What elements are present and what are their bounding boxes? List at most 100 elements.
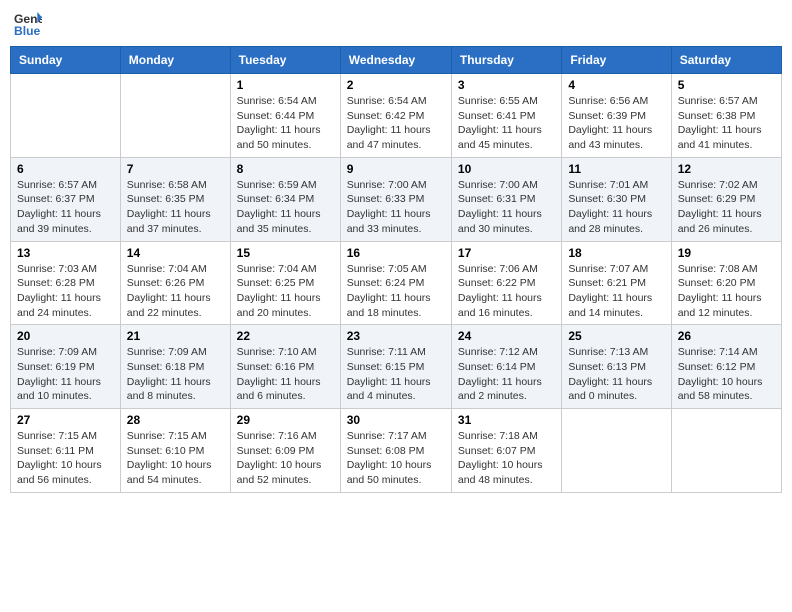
calendar-col-header: Thursday [451,47,561,74]
day-number: 12 [678,162,775,176]
calendar-cell: 6Sunrise: 6:57 AM Sunset: 6:37 PM Daylig… [11,157,121,241]
calendar-cell: 12 Sunrise: 7:02 AM Sunset: 6:29 PM Dayli… [671,157,781,241]
day-info: Sunrise: 7:10 AM Sunset: 6:16 PM Dayligh… [237,345,334,404]
day-info: Sunrise: 7:04 AM Sunset: 6:25 PM Dayligh… [237,262,334,321]
day-info: Sunrise: 7:17 AM Sunset: 6:08 PM Dayligh… [347,429,445,488]
day-info: Sunrise: 6:57 AM Sunset: 6:38 PM Dayligh… [678,94,775,153]
day-number: 5 [678,78,775,92]
calendar-cell: 22 Sunrise: 7:10 AM Sunset: 6:16 PM Dayli… [230,325,340,409]
calendar-week-row: 13Sunrise: 7:03 AM Sunset: 6:28 PM Dayli… [11,241,782,325]
calendar-cell: 26 Sunrise: 7:14 AM Sunset: 6:12 PM Dayli… [671,325,781,409]
day-number: 26 [678,329,775,343]
calendar-cell: 10 Sunrise: 7:00 AM Sunset: 6:31 PM Dayli… [451,157,561,241]
calendar-cell: 9 Sunrise: 7:00 AM Sunset: 6:33 PM Daylig… [340,157,451,241]
calendar-cell: 27Sunrise: 7:15 AM Sunset: 6:11 PM Dayli… [11,409,121,493]
calendar-cell: 31Sunrise: 7:18 AM Sunset: 6:07 PM Dayli… [451,409,561,493]
page-header: General Blue [10,10,782,38]
logo: General Blue [14,10,42,38]
day-info: Sunrise: 6:54 AM Sunset: 6:44 PM Dayligh… [237,94,334,153]
day-number: 20 [17,329,114,343]
day-info: Sunrise: 7:12 AM Sunset: 6:14 PM Dayligh… [458,345,555,404]
day-number: 7 [127,162,224,176]
calendar-cell: 25 Sunrise: 7:13 AM Sunset: 6:13 PM Dayli… [562,325,671,409]
calendar-cell: 28Sunrise: 7:15 AM Sunset: 6:10 PM Dayli… [120,409,230,493]
day-info: Sunrise: 7:01 AM Sunset: 6:30 PM Dayligh… [568,178,664,237]
day-number: 11 [568,162,664,176]
day-number: 27 [17,413,114,427]
calendar-cell: 15Sunrise: 7:04 AM Sunset: 6:25 PM Dayli… [230,241,340,325]
day-info: Sunrise: 7:13 AM Sunset: 6:13 PM Dayligh… [568,345,664,404]
calendar-week-row: 27Sunrise: 7:15 AM Sunset: 6:11 PM Dayli… [11,409,782,493]
day-info: Sunrise: 7:00 AM Sunset: 6:33 PM Dayligh… [347,178,445,237]
day-info: Sunrise: 7:09 AM Sunset: 6:19 PM Dayligh… [17,345,114,404]
calendar-col-header: Tuesday [230,47,340,74]
day-number: 23 [347,329,445,343]
day-number: 2 [347,78,445,92]
day-info: Sunrise: 7:03 AM Sunset: 6:28 PM Dayligh… [17,262,114,321]
day-info: Sunrise: 6:59 AM Sunset: 6:34 PM Dayligh… [237,178,334,237]
calendar-cell: 23 Sunrise: 7:11 AM Sunset: 6:15 PM Dayli… [340,325,451,409]
day-info: Sunrise: 7:09 AM Sunset: 6:18 PM Dayligh… [127,345,224,404]
day-info: Sunrise: 6:56 AM Sunset: 6:39 PM Dayligh… [568,94,664,153]
calendar-cell: 5 Sunrise: 6:57 AM Sunset: 6:38 PM Daylig… [671,74,781,158]
day-info: Sunrise: 7:05 AM Sunset: 6:24 PM Dayligh… [347,262,445,321]
day-number: 30 [347,413,445,427]
day-info: Sunrise: 7:14 AM Sunset: 6:12 PM Dayligh… [678,345,775,404]
day-number: 8 [237,162,334,176]
day-info: Sunrise: 7:15 AM Sunset: 6:10 PM Dayligh… [127,429,224,488]
calendar-cell [120,74,230,158]
day-number: 3 [458,78,555,92]
calendar-cell: 16 Sunrise: 7:05 AM Sunset: 6:24 PM Dayli… [340,241,451,325]
calendar-cell: 14 Sunrise: 7:04 AM Sunset: 6:26 PM Dayli… [120,241,230,325]
calendar-cell [671,409,781,493]
calendar-col-header: Saturday [671,47,781,74]
calendar-col-header: Monday [120,47,230,74]
calendar-week-row: 1 Sunrise: 6:54 AM Sunset: 6:44 PM Daylig… [11,74,782,158]
day-number: 18 [568,246,664,260]
calendar-cell: 8 Sunrise: 6:59 AM Sunset: 6:34 PM Daylig… [230,157,340,241]
svg-text:Blue: Blue [14,24,41,38]
calendar-cell: 3 Sunrise: 6:55 AM Sunset: 6:41 PM Daylig… [451,74,561,158]
day-number: 29 [237,413,334,427]
calendar-cell: 2 Sunrise: 6:54 AM Sunset: 6:42 PM Daylig… [340,74,451,158]
day-number: 21 [127,329,224,343]
calendar-col-header: Sunday [11,47,121,74]
calendar-cell: 19 Sunrise: 7:08 AM Sunset: 6:20 PM Dayli… [671,241,781,325]
day-info: Sunrise: 7:18 AM Sunset: 6:07 PM Dayligh… [458,429,555,488]
day-number: 22 [237,329,334,343]
calendar-col-header: Friday [562,47,671,74]
calendar-col-header: Wednesday [340,47,451,74]
day-info: Sunrise: 7:04 AM Sunset: 6:26 PM Dayligh… [127,262,224,321]
calendar-cell: 20 Sunrise: 7:09 AM Sunset: 6:19 PM Dayli… [11,325,121,409]
calendar-cell: 1 Sunrise: 6:54 AM Sunset: 6:44 PM Daylig… [230,74,340,158]
calendar-cell: 29 Sunrise: 7:16 AM Sunset: 6:09 PM Dayli… [230,409,340,493]
day-info: Sunrise: 7:07 AM Sunset: 6:21 PM Dayligh… [568,262,664,321]
day-number: 9 [347,162,445,176]
day-info: Sunrise: 7:00 AM Sunset: 6:31 PM Dayligh… [458,178,555,237]
day-number: 10 [458,162,555,176]
day-info: Sunrise: 7:08 AM Sunset: 6:20 PM Dayligh… [678,262,775,321]
calendar-cell: 17Sunrise: 7:06 AM Sunset: 6:22 PM Dayli… [451,241,561,325]
day-info: Sunrise: 6:55 AM Sunset: 6:41 PM Dayligh… [458,94,555,153]
calendar-week-row: 20 Sunrise: 7:09 AM Sunset: 6:19 PM Dayli… [11,325,782,409]
calendar-header-row: SundayMondayTuesdayWednesdayThursdayFrid… [11,47,782,74]
calendar-cell: 11 Sunrise: 7:01 AM Sunset: 6:30 PM Dayli… [562,157,671,241]
calendar-cell: 7Sunrise: 6:58 AM Sunset: 6:35 PM Daylig… [120,157,230,241]
logo-icon: General Blue [14,10,42,38]
day-number: 6 [17,162,114,176]
calendar-cell: 18 Sunrise: 7:07 AM Sunset: 6:21 PM Dayli… [562,241,671,325]
day-number: 14 [127,246,224,260]
day-number: 1 [237,78,334,92]
day-number: 16 [347,246,445,260]
day-number: 25 [568,329,664,343]
day-info: Sunrise: 7:02 AM Sunset: 6:29 PM Dayligh… [678,178,775,237]
day-number: 17 [458,246,555,260]
day-info: Sunrise: 6:54 AM Sunset: 6:42 PM Dayligh… [347,94,445,153]
calendar-week-row: 6Sunrise: 6:57 AM Sunset: 6:37 PM Daylig… [11,157,782,241]
calendar-cell: 21 Sunrise: 7:09 AM Sunset: 6:18 PM Dayli… [120,325,230,409]
calendar-cell: 30 Sunrise: 7:17 AM Sunset: 6:08 PM Dayli… [340,409,451,493]
day-number: 19 [678,246,775,260]
day-info: Sunrise: 7:11 AM Sunset: 6:15 PM Dayligh… [347,345,445,404]
day-info: Sunrise: 7:16 AM Sunset: 6:09 PM Dayligh… [237,429,334,488]
day-number: 4 [568,78,664,92]
